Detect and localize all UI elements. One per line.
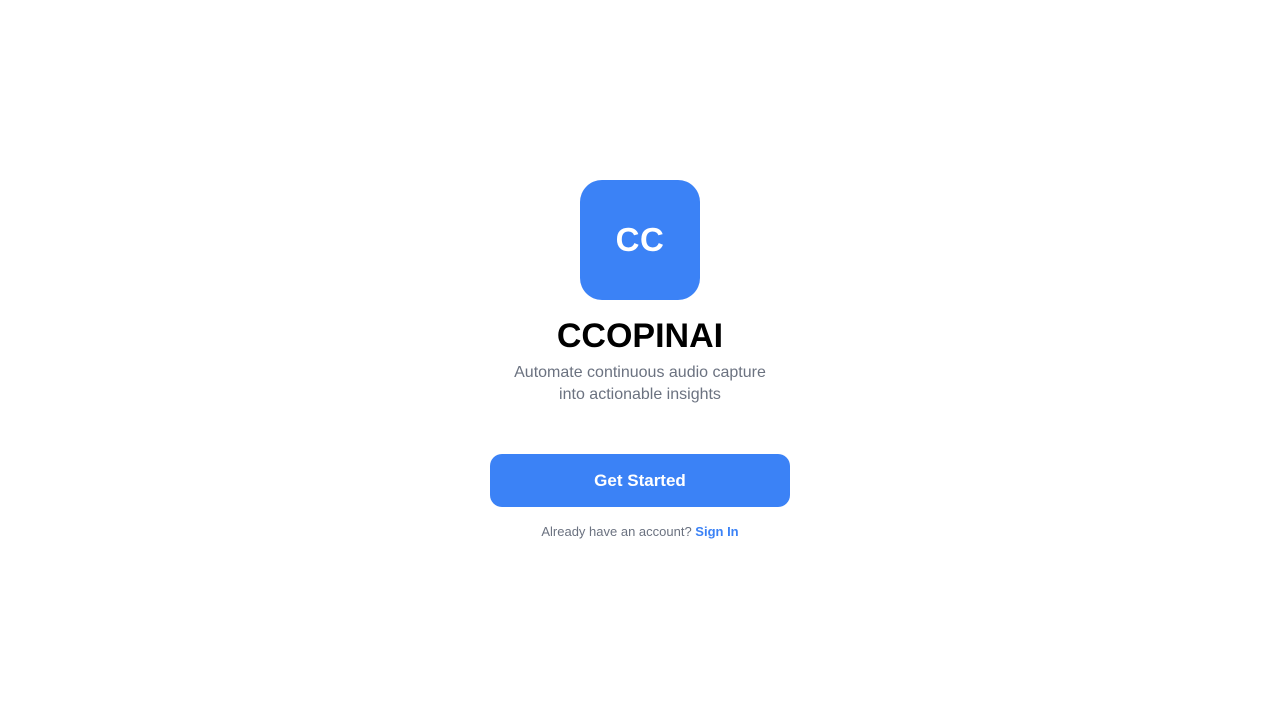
account-prompt-text: Already have an account? <box>541 524 692 539</box>
get-started-button[interactable]: Get Started <box>490 454 790 507</box>
welcome-screen: CC CCOPINAI Automate continuous audio ca… <box>0 0 1280 720</box>
app-title: CCOPINAI <box>556 317 724 355</box>
signin-prompt: Already have an account? Sign In <box>0 522 1280 542</box>
logo-initials: CC <box>615 221 665 258</box>
sign-in-link[interactable]: Sign In <box>695 524 738 539</box>
app-tagline: Automate continuous audio capture into a… <box>514 364 766 403</box>
app-logo: CC <box>580 180 700 300</box>
